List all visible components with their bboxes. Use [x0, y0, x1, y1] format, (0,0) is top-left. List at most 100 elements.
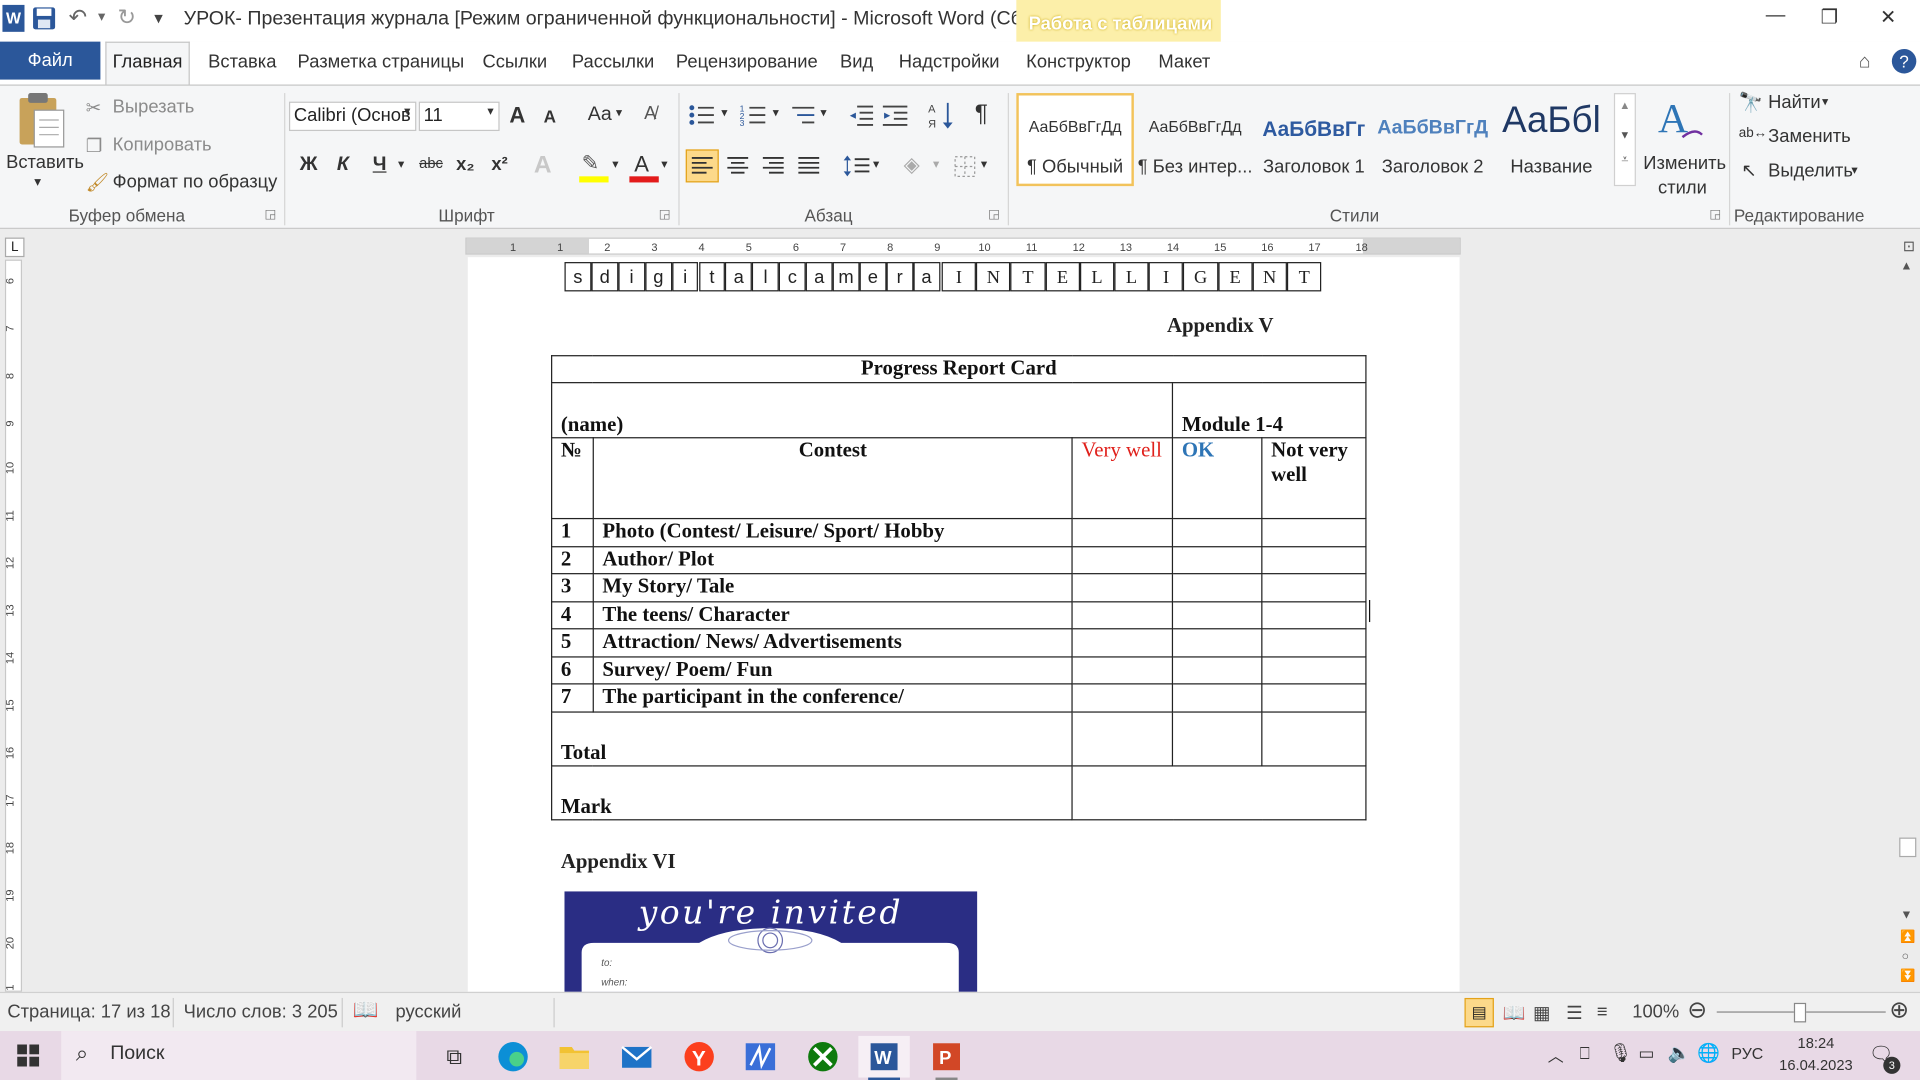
row-ok-cell[interactable] [1172, 545, 1263, 575]
change-styles-icon[interactable]: A [1656, 91, 1705, 145]
row-contest-cell[interactable]: Survey/ Poem/ Fun [592, 655, 1073, 685]
total-ok-cell[interactable] [1172, 710, 1263, 766]
grid-letter-cell[interactable]: N [1252, 262, 1287, 292]
row-not-very-well-cell[interactable] [1261, 517, 1367, 547]
paragraph-dialog-launcher-icon[interactable]: ◲ [988, 208, 1000, 221]
clock-time[interactable]: 18:24 [1776, 1035, 1857, 1052]
styles-gallery-scroll[interactable]: ▲ ▼ ⩡ [1613, 93, 1636, 187]
row-ok-cell[interactable] [1172, 600, 1263, 630]
table-title-cell[interactable]: Progress Report Card [551, 355, 1367, 384]
align-center-button[interactable] [722, 151, 753, 182]
vertical-scrollbar[interactable]: ▲ ▼ ⏫ ○ ⏬ [1895, 257, 1920, 992]
row-contest-cell[interactable]: The teens/ Character [592, 600, 1073, 630]
table-row[interactable]: 6 Survey/ Poem/ Fun [551, 655, 1367, 685]
grid-letter-cell[interactable]: a [805, 262, 833, 292]
meet-now-icon[interactable]: ⎕ [1580, 1043, 1590, 1064]
row-very-well-cell[interactable] [1071, 628, 1174, 657]
tab-file[interactable]: Файл [0, 41, 101, 80]
paste-dropdown-icon[interactable]: ▾ [34, 174, 41, 190]
header-very-well-cell[interactable]: Very well [1071, 437, 1174, 520]
speaker-icon[interactable]: 🔈 [1668, 1042, 1691, 1064]
align-right-button[interactable] [758, 151, 789, 182]
grid-letter-cell[interactable]: I [1148, 262, 1184, 292]
zoom-in-icon[interactable]: ⊕ [1889, 997, 1908, 1025]
grid-letter-cell[interactable]: d [591, 262, 619, 292]
row-number-cell[interactable]: 7 [551, 683, 594, 713]
row-very-well-cell[interactable] [1071, 600, 1174, 630]
word-app-icon[interactable]: W [2, 4, 25, 32]
font-name-dropdown-icon[interactable]: ▾ [404, 105, 410, 118]
grid-letter-cell[interactable]: s [564, 262, 592, 292]
word-count[interactable]: Число слов: 3 205 [184, 1002, 338, 1023]
tab-addins[interactable]: Надстройки [899, 51, 1000, 72]
shading-icon[interactable]: ◈ [904, 153, 920, 177]
grid-letter-cell[interactable]: a [725, 262, 753, 292]
grid-letter-cell[interactable]: i [618, 262, 645, 292]
spelling-check-icon[interactable]: 📖 [353, 998, 379, 1022]
zoom-slider-thumb[interactable] [1793, 1002, 1807, 1023]
row-very-well-cell[interactable] [1071, 545, 1174, 575]
next-page-icon[interactable]: ⏬ [1900, 970, 1915, 983]
zoom-out-icon[interactable]: ⊖ [1687, 997, 1706, 1025]
xbox-icon[interactable] [797, 1036, 848, 1078]
italic-button[interactable]: К [328, 154, 357, 176]
row-not-very-well-cell[interactable] [1261, 600, 1367, 630]
cut-button[interactable]: Вырезать [113, 97, 195, 118]
highlight-dropdown-icon[interactable]: ▾ [612, 158, 618, 171]
underline-dropdown-icon[interactable]: ▾ [398, 158, 404, 171]
save-icon[interactable] [32, 6, 56, 30]
table-row[interactable]: 3 My Story/ Tale [551, 573, 1367, 602]
taskbar-search-box[interactable]: ⌕ Поиск [61, 1031, 417, 1080]
highlight-icon[interactable]: ✎ [582, 152, 599, 176]
row-ok-cell[interactable] [1172, 655, 1263, 685]
row-very-well-cell[interactable] [1071, 573, 1174, 602]
text-effects-icon[interactable]: A [534, 152, 552, 180]
module-cell[interactable]: Module 1-4 [1172, 382, 1367, 439]
multilevel-list-icon[interactable] [790, 103, 817, 127]
grid-letter-cell[interactable]: r [886, 262, 914, 292]
style-heading-2[interactable]: АаБбВвГгД Заголовок 2 [1374, 93, 1492, 186]
header-not-very-well-cell[interactable]: Not very well [1261, 437, 1367, 520]
math-app-icon[interactable] [735, 1036, 786, 1078]
font-color-icon[interactable]: A [634, 152, 649, 178]
row-contest-cell[interactable]: The participant in the conference/ [592, 683, 1073, 713]
page-count[interactable]: Страница: 17 из 18 [7, 1002, 170, 1023]
row-not-very-well-cell[interactable] [1261, 655, 1367, 685]
help-icon[interactable]: ? [1891, 48, 1917, 74]
scroll-up-icon[interactable]: ▲ [1900, 260, 1912, 273]
clock-date[interactable]: 16.04.2023 [1771, 1057, 1862, 1074]
row-very-well-cell[interactable] [1071, 517, 1174, 547]
powerpoint-taskbar-icon[interactable]: P [921, 1036, 972, 1080]
grid-letter-cell[interactable]: N [976, 262, 1011, 292]
grid-letter-cell[interactable]: T [1286, 262, 1322, 292]
zoom-level[interactable]: 100% [1632, 1002, 1679, 1023]
document-page[interactable]: sdigitalcamera INTELLIGENT Appendix V Pr… [467, 257, 1460, 992]
select-dropdown-icon[interactable]: ▾ [1851, 164, 1857, 177]
name-cell[interactable]: (name) [551, 382, 1174, 439]
grid-letter-cell[interactable]: l [752, 262, 780, 292]
row-contest-cell[interactable]: Photo (Contest/ Leisure/ Sport/ Hobby [592, 517, 1073, 547]
close-button[interactable]: ✕ [1864, 5, 1913, 34]
row-contest-cell[interactable]: Attraction/ News/ Advertisements [592, 628, 1073, 657]
tab-selector-icon[interactable]: L [4, 237, 25, 258]
font-color-dropdown-icon[interactable]: ▾ [661, 158, 667, 171]
table-row[interactable]: 5 Attraction/ News/ Advertisements [551, 628, 1367, 657]
clipboard-dialog-launcher-icon[interactable]: ◲ [264, 208, 276, 221]
tab-home[interactable]: Главная [105, 41, 190, 86]
tab-review[interactable]: Рецензирование [676, 51, 818, 72]
ruler-toggle-icon[interactable]: ⊡ [1899, 238, 1919, 258]
web-layout-icon[interactable]: ▦ [1533, 1002, 1550, 1024]
grid-letter-cell[interactable]: a [913, 262, 940, 292]
grid-letter-cell[interactable]: c [779, 262, 806, 292]
row-contest-cell[interactable]: My Story/ Tale [592, 573, 1073, 602]
total-very-well-cell[interactable] [1071, 710, 1174, 766]
row-number-cell[interactable]: 1 [551, 517, 594, 547]
undo-icon[interactable]: ↶ [69, 5, 87, 31]
redo-icon[interactable]: ↻ [118, 5, 136, 31]
row-very-well-cell[interactable] [1071, 655, 1174, 685]
row-very-well-cell[interactable] [1071, 683, 1174, 713]
mark-cell[interactable]: Mark [551, 764, 1073, 820]
input-language[interactable]: РУС [1731, 1044, 1763, 1062]
styles-dialog-launcher-icon[interactable]: ◲ [1709, 208, 1721, 221]
grid-letter-cell[interactable]: g [644, 262, 672, 292]
